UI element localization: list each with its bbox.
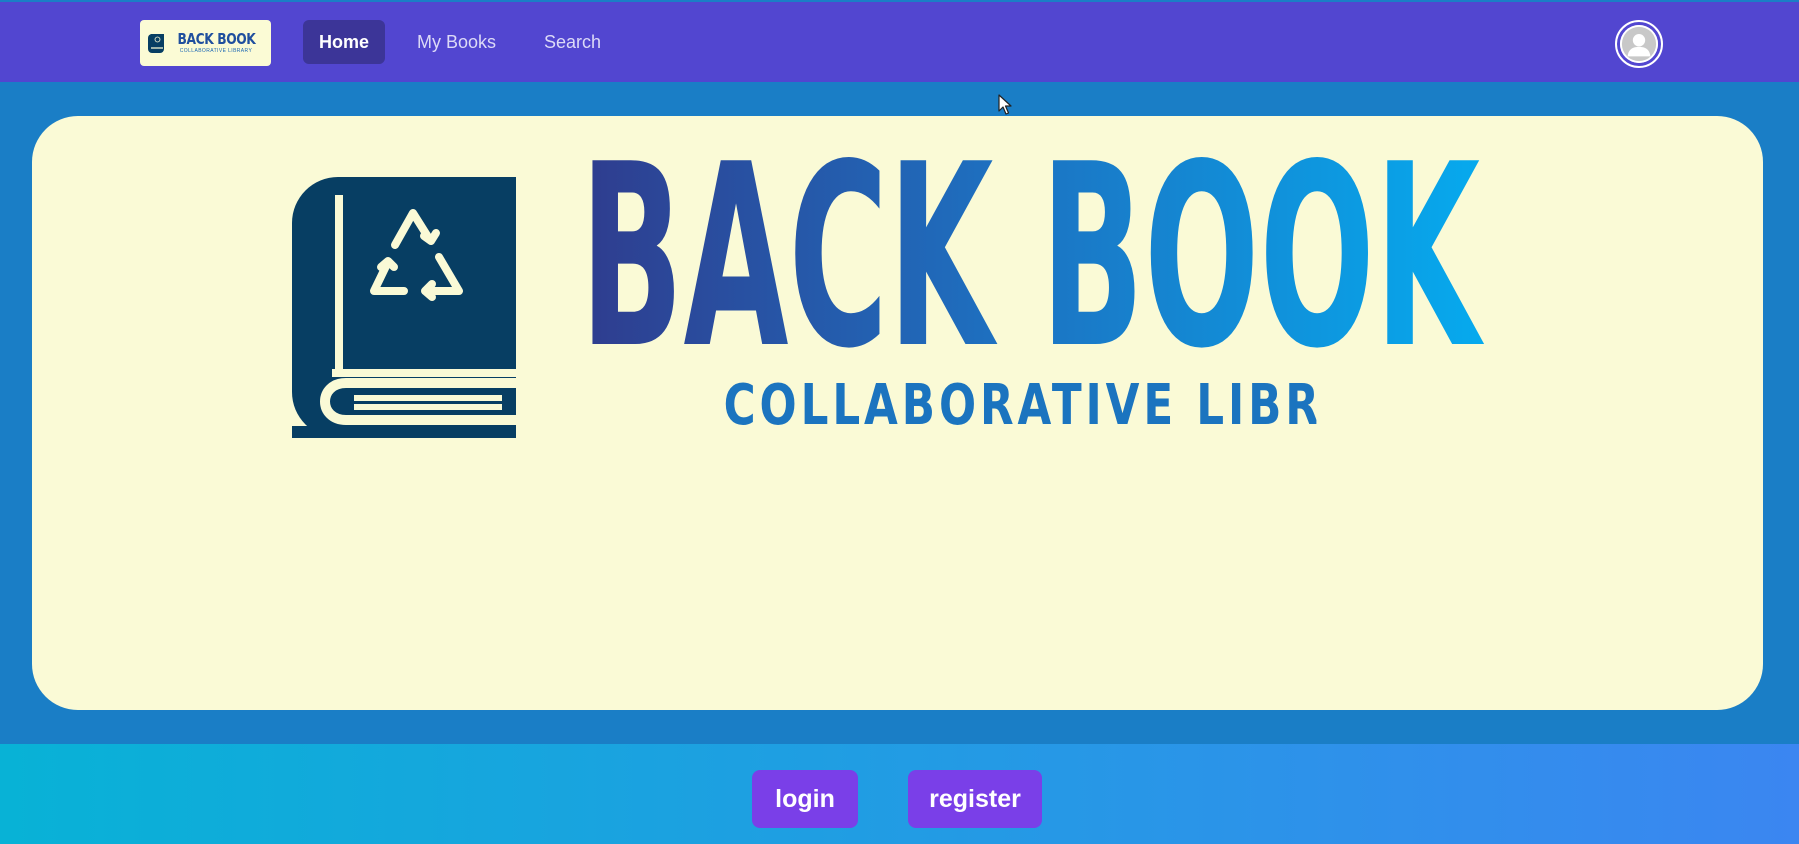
nav-link-search[interactable]: Search: [528, 20, 617, 64]
nav-logo-subtitle: COLLABORATIVE LIBRARY: [179, 48, 253, 54]
register-button[interactable]: register: [908, 770, 1042, 828]
nav-link-home[interactable]: Home: [303, 20, 386, 64]
nav-logo-text: BACK BOOK COLLABORATIVE LIBRARY: [169, 32, 264, 54]
top-navbar: BACK BOOK COLLABORATIVE LIBRARY Home My …: [0, 2, 1799, 82]
recycle-book-icon: [292, 177, 516, 438]
login-button[interactable]: login: [752, 770, 858, 828]
hero-title: BACK BOOK: [580, 144, 1484, 354]
avatar: [1620, 25, 1658, 63]
app-screen: BACK BOOK COLLABORATIVE LIBRARY Home My …: [0, 0, 1799, 844]
user-avatar-icon: [1620, 25, 1658, 63]
user-avatar-button[interactable]: [1615, 20, 1663, 68]
nav-link-my-books[interactable]: My Books: [401, 20, 512, 64]
hero-subtitle: COLLABORATIVE LIBRARY: [723, 373, 1317, 438]
book-logo-icon: [147, 34, 164, 53]
nav-logo[interactable]: BACK BOOK COLLABORATIVE LIBRARY: [140, 20, 271, 66]
auth-footer: login register: [0, 744, 1799, 844]
hero-title-text: BACK BOOK: [580, 144, 1484, 354]
nav-logo-title: BACK BOOK: [177, 30, 255, 48]
mouse-cursor-icon: [998, 94, 1012, 115]
